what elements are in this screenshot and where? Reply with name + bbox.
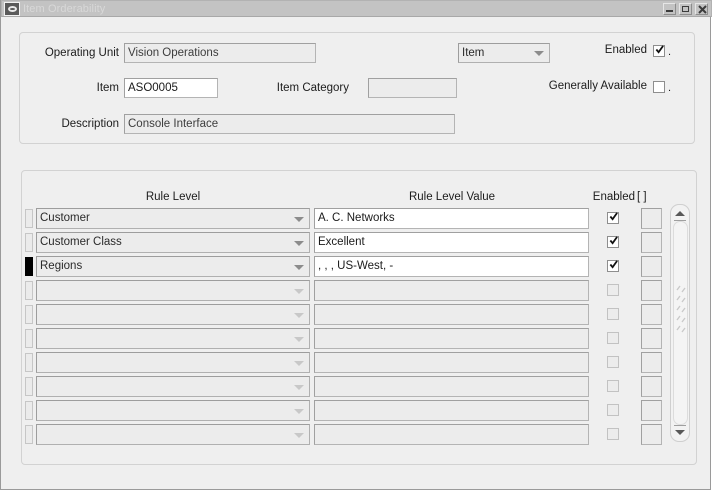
enabled-label: Enabled — [604, 44, 647, 56]
rule-level-select[interactable]: Customer — [36, 208, 310, 229]
close-icon[interactable] — [695, 3, 708, 15]
chevron-down-icon — [294, 360, 304, 366]
row-extra-field[interactable] — [641, 424, 662, 445]
rule-level-select[interactable] — [36, 376, 310, 397]
scroll-up-icon[interactable] — [673, 207, 687, 220]
row-extra-field[interactable] — [641, 232, 662, 253]
generally-available-label: Generally Available — [548, 80, 647, 92]
rule-level-value-field[interactable] — [314, 280, 589, 301]
rule-level-value-field[interactable] — [314, 328, 589, 349]
generally-available-checkbox[interactable] — [653, 81, 665, 93]
row-enabled-checkbox[interactable] — [607, 428, 619, 440]
row-indicator[interactable] — [25, 209, 33, 228]
rule-level-value-field[interactable]: , , , US-West, - — [314, 256, 589, 277]
description-field[interactable]: Console Interface — [124, 114, 455, 134]
operating-unit-field[interactable]: Vision Operations — [124, 43, 316, 63]
row-extra-field[interactable] — [641, 280, 662, 301]
rule-level-type-value: Item — [462, 47, 485, 59]
rule-level-select[interactable] — [36, 280, 310, 301]
rule-level-value-field[interactable] — [314, 304, 589, 325]
scroll-down-icon[interactable] — [673, 426, 687, 439]
rule-level-select[interactable] — [36, 352, 310, 373]
row-indicator[interactable] — [25, 329, 33, 348]
scrollbar-grip-icon — [676, 285, 686, 333]
row-extra-field[interactable] — [641, 376, 662, 397]
rule-level-select[interactable]: Customer Class — [36, 232, 310, 253]
rule-level-select[interactable] — [36, 304, 310, 325]
row-extra-field[interactable] — [641, 328, 662, 349]
chevron-down-icon — [294, 264, 304, 270]
rule-level-value-field[interactable]: Excellent — [314, 232, 589, 253]
item-category-field[interactable] — [368, 78, 457, 98]
chevron-down-icon — [294, 336, 304, 342]
item-category-label: Item Category — [276, 82, 349, 94]
row-extra-field[interactable] — [641, 304, 662, 325]
chevron-down-icon — [294, 240, 304, 246]
chevron-down-icon — [294, 288, 304, 294]
window-controls — [663, 3, 708, 15]
row-indicator[interactable] — [25, 353, 33, 372]
screenshot-root: Item Orderability Operating Unit Vision … — [0, 0, 717, 502]
row-enabled-checkbox[interactable] — [607, 308, 619, 320]
rule-level-select[interactable] — [36, 424, 310, 445]
rule-level-value-text: Regions — [40, 260, 83, 272]
column-header-rule-level-value: Rule Level Value — [408, 191, 496, 203]
generally-available-suffix-dot: . — [668, 82, 672, 94]
operating-unit-label: Operating Unit — [44, 47, 119, 59]
rule-level-value-field[interactable] — [314, 376, 589, 397]
chevron-down-icon — [294, 216, 304, 222]
row-enabled-checkbox[interactable] — [607, 404, 619, 416]
item-label: Item — [96, 82, 119, 94]
row-indicator[interactable] — [25, 425, 33, 444]
rule-level-value-text: Customer Class — [40, 236, 122, 248]
row-enabled-checkbox[interactable] — [607, 260, 619, 272]
minimize-button[interactable] — [663, 3, 676, 15]
row-indicator[interactable] — [25, 401, 33, 420]
enabled-checkbox[interactable] — [653, 45, 665, 57]
row-enabled-checkbox[interactable] — [607, 380, 619, 392]
rule-level-value-field[interactable] — [314, 424, 589, 445]
rules-scrollbar[interactable] — [670, 204, 690, 442]
row-extra-field[interactable] — [641, 400, 662, 421]
rule-level-select[interactable] — [36, 400, 310, 421]
rule-level-value-field[interactable]: A. C. Networks — [314, 208, 589, 229]
window-title: Item Orderability — [23, 3, 106, 15]
window-titlebar[interactable]: Item Orderability — [1, 0, 712, 17]
rule-level-value-field[interactable] — [314, 400, 589, 421]
row-indicator[interactable] — [25, 257, 33, 276]
row-enabled-checkbox[interactable] — [607, 332, 619, 344]
row-enabled-checkbox[interactable] — [607, 212, 619, 224]
item-field[interactable]: ASO0005 — [124, 78, 218, 98]
chevron-down-icon — [294, 408, 304, 414]
row-indicator[interactable] — [25, 281, 33, 300]
chevron-down-icon — [294, 312, 304, 318]
row-indicator[interactable] — [25, 233, 33, 252]
maximize-button[interactable] — [679, 3, 692, 15]
column-header-enabled: Enabled — [592, 191, 635, 203]
description-label: Description — [61, 118, 119, 130]
row-enabled-checkbox[interactable] — [607, 284, 619, 296]
row-extra-field[interactable] — [641, 208, 662, 229]
row-enabled-checkbox[interactable] — [607, 356, 619, 368]
rule-level-value-field[interactable] — [314, 352, 589, 373]
row-extra-field[interactable] — [641, 256, 662, 277]
chevron-down-icon — [294, 384, 304, 390]
scrollbar-thumb[interactable] — [673, 221, 688, 425]
item-orderability-window: Item Orderability Operating Unit Vision … — [0, 0, 712, 490]
column-header-extra: [ ] — [637, 191, 647, 203]
row-enabled-checkbox[interactable] — [607, 236, 619, 248]
column-header-rule-level: Rule Level — [145, 191, 201, 203]
chevron-down-icon — [294, 432, 304, 438]
oracle-forms-icon — [4, 2, 20, 16]
enabled-suffix-dot: . — [668, 46, 672, 58]
row-indicator[interactable] — [25, 377, 33, 396]
rule-level-value-text: Customer — [40, 212, 90, 224]
rule-level-select[interactable] — [36, 328, 310, 349]
row-extra-field[interactable] — [641, 352, 662, 373]
rule-level-select[interactable]: Regions — [36, 256, 310, 277]
row-indicator[interactable] — [25, 305, 33, 324]
